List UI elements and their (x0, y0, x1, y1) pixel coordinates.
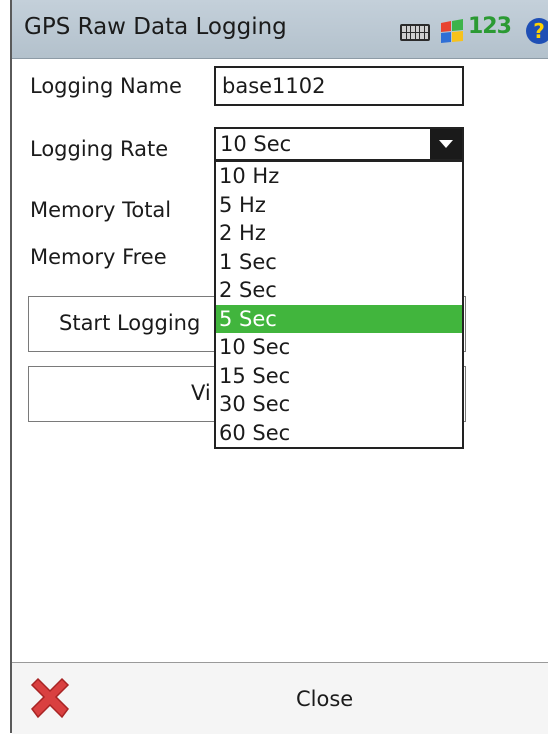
logging-rate-value: 10 Sec (220, 132, 292, 156)
help-icon[interactable]: ? (526, 18, 548, 44)
dropdown-option[interactable]: 2 Hz (216, 219, 462, 248)
logging-rate-select[interactable]: 10 Sec (214, 127, 464, 161)
input-mode-text: 123 (468, 14, 512, 39)
input-mode-indicator[interactable]: 123 (468, 14, 512, 39)
dropdown-option-highlighted[interactable]: 5 Sec (216, 304, 462, 333)
dropdown-option[interactable]: 60 Sec (216, 419, 462, 448)
dropdown-option[interactable]: 1 Sec (216, 248, 462, 277)
memory-free-label: Memory Free (30, 245, 167, 269)
view-button-label: Vi (191, 381, 211, 405)
close-x-icon[interactable] (26, 675, 74, 723)
windows-flag-icon[interactable] (438, 17, 466, 47)
dropdown-option[interactable]: 10 Sec (216, 333, 462, 362)
logging-rate-dropdown-list[interactable]: 10 Hz 5 Hz 2 Hz 1 Sec 2 Sec 5 Sec 10 Sec… (214, 161, 464, 449)
start-logging-label: Start Logging (59, 311, 201, 335)
logging-name-label: Logging Name (30, 74, 182, 98)
chevron-down-icon[interactable] (430, 129, 462, 159)
title-bar: GPS Raw Data Logging 123 ? (12, 0, 548, 59)
close-button[interactable]: Close (296, 687, 353, 711)
dropdown-option[interactable]: 2 Sec (216, 276, 462, 305)
dropdown-option[interactable]: 15 Sec (216, 362, 462, 391)
logging-name-input[interactable]: base1102 (214, 66, 464, 106)
memory-total-label: Memory Total (30, 198, 172, 222)
bottom-command-bar: Close (12, 662, 548, 734)
dropdown-option[interactable]: 5 Hz (216, 191, 462, 220)
dropdown-option[interactable]: 10 Hz (216, 162, 462, 191)
logging-name-value: base1102 (222, 74, 326, 98)
window-title: GPS Raw Data Logging (24, 14, 287, 40)
dropdown-option[interactable]: 30 Sec (216, 390, 462, 419)
keyboard-icon[interactable] (400, 24, 430, 41)
app-window: GPS Raw Data Logging 123 ? Logging Name … (10, 0, 548, 734)
logging-rate-label: Logging Rate (30, 137, 169, 161)
